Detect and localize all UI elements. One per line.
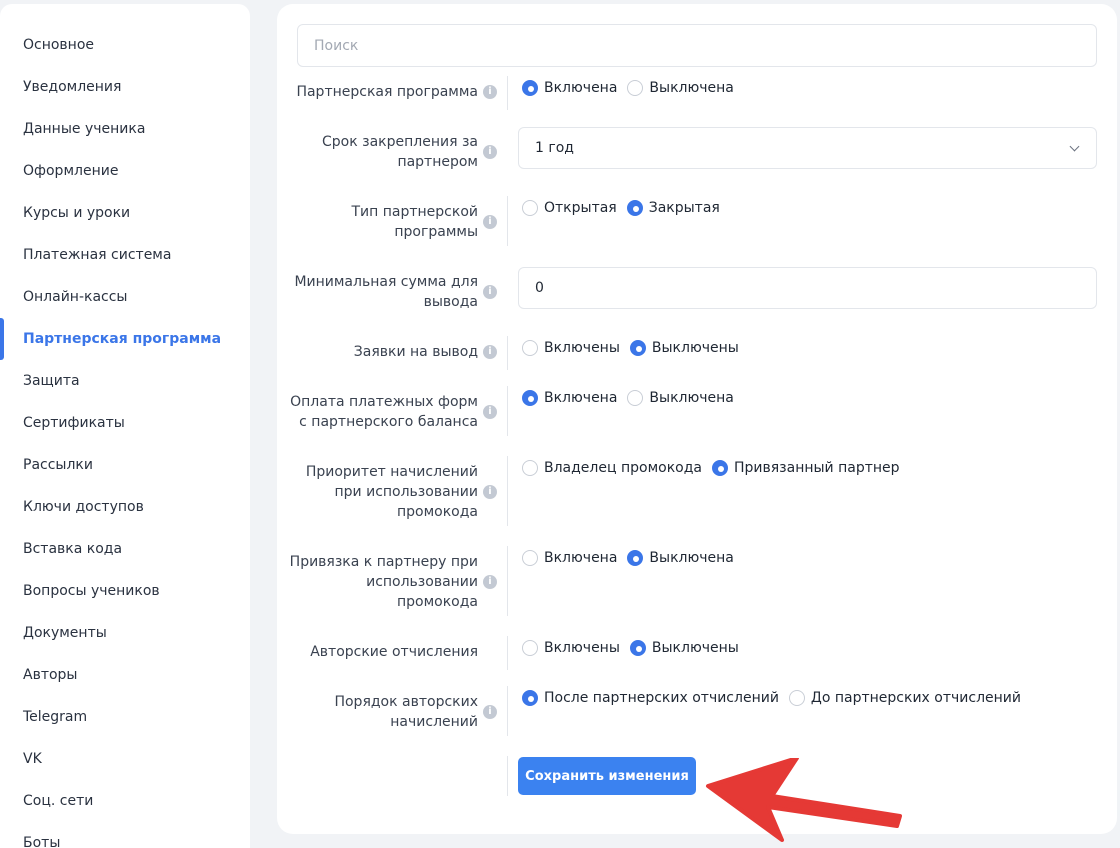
binding-off-radio[interactable]: Выключена — [627, 550, 734, 566]
row-divider — [507, 756, 508, 796]
sidebar-item-code-insert[interactable]: Вставка кода — [0, 528, 250, 570]
sidebar-item-online-cashier[interactable]: Онлайн-кассы — [0, 276, 250, 318]
withdraw-off-radio[interactable]: Выключены — [629, 340, 739, 356]
radio-dot — [522, 690, 538, 706]
row-divider — [507, 636, 508, 670]
info-icon[interactable]: i — [483, 485, 497, 499]
balance-pay-off-radio[interactable]: Выключена — [627, 390, 734, 406]
radio-dot — [522, 340, 538, 356]
sidebar-item-certificates[interactable]: Сертификаты — [0, 402, 250, 444]
sidebar-item-social[interactable]: Соц. сети — [0, 780, 250, 822]
author-fees-radio-group: Включены Выключены — [522, 640, 739, 656]
radio-dot — [522, 80, 538, 96]
author-order-label: Порядок авторских начислений — [334, 694, 478, 730]
balance-pay-on-radio[interactable]: Включена — [522, 390, 617, 406]
author-order-after-radio[interactable]: После партнерских отчислений — [522, 690, 779, 706]
priority-radio-group: Владелец промокода Привязанный партнер — [522, 460, 900, 476]
program-type-open-radio[interactable]: Открытая — [522, 200, 617, 216]
info-icon[interactable]: i — [483, 215, 497, 229]
partner-program-label: Партнерская программа — [296, 84, 478, 100]
row-divider — [507, 386, 508, 436]
radio-dot — [522, 550, 538, 566]
sidebar-item-telegram[interactable]: Telegram — [0, 696, 250, 738]
sidebar-item-payment-system[interactable]: Платежная система — [0, 234, 250, 276]
chevron-down-icon — [1069, 141, 1080, 152]
info-icon[interactable]: i — [483, 575, 497, 589]
radio-dot — [627, 80, 644, 96]
sidebar-item-vk[interactable]: VK — [0, 738, 250, 780]
sidebar-item-access-keys[interactable]: Ключи доступов — [0, 486, 250, 528]
radio-dot — [627, 550, 644, 566]
author-fees-label: Авторские отчисления — [310, 644, 478, 660]
info-icon[interactable]: i — [483, 705, 497, 719]
info-icon[interactable]: i — [483, 345, 497, 359]
sidebar-item-courses[interactable]: Курсы и уроки — [0, 192, 250, 234]
balance-pay-label: Оплата платежных форм с партнерского бала… — [290, 394, 478, 430]
program-type-closed-radio[interactable]: Закрытая — [626, 200, 720, 216]
binding-on-radio[interactable]: Включена — [522, 550, 617, 566]
radio-dot — [711, 460, 728, 476]
save-changes-button[interactable]: Сохранить изменения — [518, 757, 696, 795]
info-icon[interactable]: i — [483, 85, 497, 99]
radio-dot — [627, 390, 644, 406]
radio-dot — [522, 390, 538, 406]
min-sum-input[interactable] — [518, 267, 1097, 309]
sidebar-item-student-questions[interactable]: Вопросы учеников — [0, 570, 250, 612]
author-order-before-radio[interactable]: До партнерских отчислений — [788, 690, 1021, 706]
priority-label: Приоритет начислений при использовании про… — [305, 464, 478, 520]
partner-program-on-radio[interactable]: Включена — [522, 80, 617, 96]
radio-dot — [522, 200, 538, 216]
sidebar-item-basic[interactable]: Основное — [0, 24, 250, 66]
min-sum-label: Минимальная сумма для вывода — [294, 274, 478, 310]
row-divider — [507, 76, 508, 110]
radio-dot — [626, 200, 643, 216]
row-divider — [507, 456, 508, 526]
partner-settings-card: Партнерская программа i Включена Выключе… — [277, 4, 1117, 834]
radio-dot — [629, 340, 646, 356]
sidebar-item-partner-program[interactable]: Партнерская программа — [0, 318, 250, 360]
info-icon[interactable]: i — [483, 405, 497, 419]
term-select[interactable]: 1 год — [518, 127, 1097, 169]
search-input[interactable] — [297, 24, 1097, 67]
sidebar-item-student-data[interactable]: Данные ученика — [0, 108, 250, 150]
term-label: Срок закрепления за партнером — [322, 134, 478, 170]
program-type-label: Тип партнерской программы — [351, 204, 479, 240]
row-divider — [507, 686, 508, 736]
sidebar-item-notifications[interactable]: Уведомления — [0, 66, 250, 108]
row-divider — [507, 546, 508, 616]
partner-program-off-radio[interactable]: Выключена — [627, 80, 734, 96]
radio-dot — [522, 640, 538, 656]
sidebar-item-protection[interactable]: Защита — [0, 360, 250, 402]
binding-radio-group: Включена Выключена — [522, 550, 734, 566]
sidebar-item-bots[interactable]: Боты — [0, 822, 250, 848]
binding-label: Привязка к партнеру при использовании пром… — [289, 554, 478, 610]
priority-owner-radio[interactable]: Владелец промокода — [522, 460, 702, 476]
sidebar-item-authors[interactable]: Авторы — [0, 654, 250, 696]
author-order-radio-group: После партнерских отчислений До партнерс… — [522, 690, 1021, 706]
sidebar-item-mailings[interactable]: Рассылки — [0, 444, 250, 486]
row-divider — [507, 336, 508, 370]
withdraw-label: Заявки на вывод — [353, 344, 478, 360]
radio-dot — [522, 460, 538, 476]
partner-program-radio-group: Включена Выключена — [522, 80, 734, 96]
withdraw-on-radio[interactable]: Включены — [522, 340, 620, 356]
radio-dot — [788, 690, 805, 706]
radio-dot — [629, 640, 646, 656]
info-icon[interactable]: i — [483, 285, 497, 299]
author-fees-off-radio[interactable]: Выключены — [629, 640, 739, 656]
balance-pay-radio-group: Включена Выключена — [522, 390, 734, 406]
info-icon[interactable]: i — [483, 145, 497, 159]
settings-sidebar: Основное Уведомления Данные ученика Офор… — [0, 4, 250, 848]
author-fees-on-radio[interactable]: Включены — [522, 640, 620, 656]
row-divider — [507, 196, 508, 246]
sidebar-item-design[interactable]: Оформление — [0, 150, 250, 192]
red-annotation-arrow-icon — [706, 758, 902, 842]
sidebar-item-documents[interactable]: Документы — [0, 612, 250, 654]
withdraw-radio-group: Включены Выключены — [522, 340, 739, 356]
priority-partner-radio[interactable]: Привязанный партнер — [711, 460, 900, 476]
program-type-radio-group: Открытая Закрытая — [522, 200, 720, 216]
